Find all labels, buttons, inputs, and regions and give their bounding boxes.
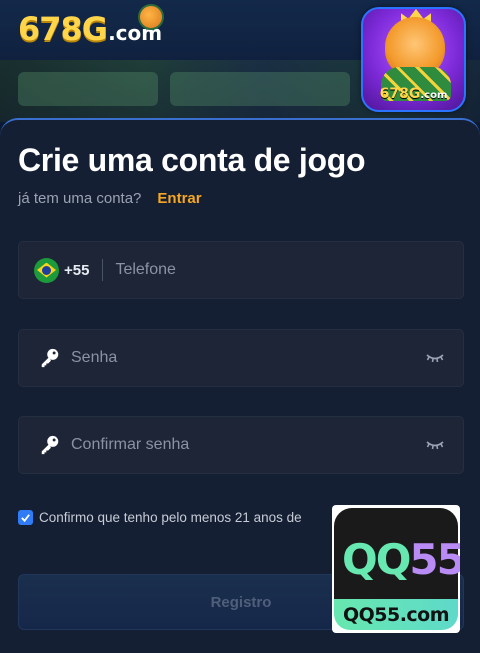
blurred-banner-item — [170, 72, 350, 106]
app-icon-label-main: 678G — [379, 86, 421, 102]
password-input[interactable] — [71, 338, 411, 378]
watermark-domain: QQ55.com — [334, 599, 458, 630]
blurred-banner-item — [18, 72, 158, 106]
qq55-watermark: QQ55 QQ55.com — [332, 505, 460, 633]
age-consent[interactable]: Confirmo que tenho pelo menos 21 anos de — [18, 510, 302, 525]
field-divider — [102, 259, 104, 281]
app-icon-label-suffix: .com — [420, 90, 448, 101]
page-title: Crie uma conta de jogo — [18, 142, 366, 178]
phone-input[interactable] — [115, 250, 436, 290]
watermark-title-b: 55 — [409, 535, 460, 584]
app-icon[interactable]: 678G.com — [361, 7, 466, 112]
confirm-password-field[interactable] — [18, 416, 464, 474]
login-prompt: já tem uma conta? Entrar — [18, 190, 202, 207]
site-logo[interactable]: 678G .com — [18, 4, 164, 48]
have-account-text: já tem uma conta? — [18, 190, 142, 207]
login-link[interactable]: Entrar — [157, 190, 201, 207]
watermark-title: QQ55 — [342, 535, 460, 584]
age-consent-label: Confirmo que tenho pelo menos 21 anos de — [39, 510, 302, 525]
dial-code[interactable]: +55 — [64, 262, 89, 279]
key-icon — [41, 348, 59, 368]
eye-closed-icon[interactable] — [425, 437, 445, 453]
brazil-flag-icon[interactable] — [34, 257, 59, 283]
age-consent-checkbox[interactable] — [18, 510, 33, 525]
check-icon — [21, 514, 30, 523]
confirm-password-input[interactable] — [71, 425, 411, 465]
watermark-title-a: QQ — [342, 535, 411, 584]
logo-number: 678G — [18, 10, 108, 48]
key-icon — [41, 435, 59, 455]
app-icon-label: 678G.com — [363, 86, 464, 102]
eye-closed-icon[interactable] — [425, 350, 445, 366]
phone-field[interactable]: +55 — [18, 241, 464, 299]
logo-mascot-icon — [138, 4, 164, 30]
password-field[interactable] — [18, 329, 464, 387]
